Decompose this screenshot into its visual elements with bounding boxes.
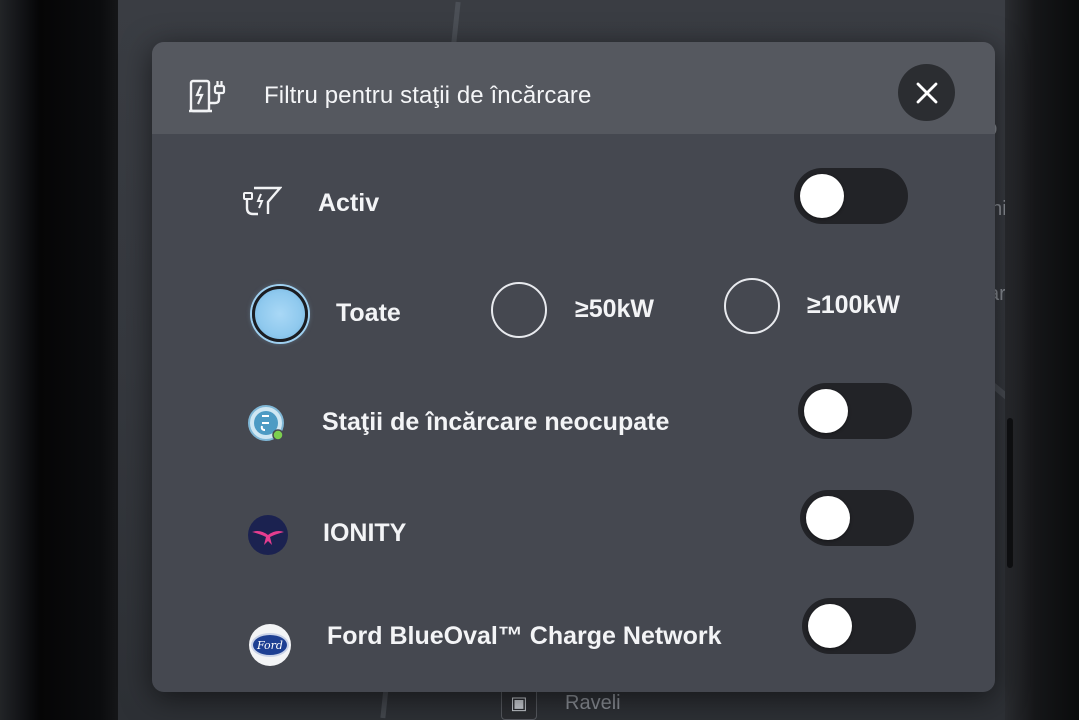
active-toggle[interactable] (794, 168, 908, 224)
ford-oval: Ford (251, 633, 289, 657)
ionity-logo-icon (248, 515, 288, 555)
toggle-knob (804, 389, 848, 433)
ford-logo-icon: Ford (249, 624, 291, 666)
ionity-toggle[interactable] (800, 490, 914, 546)
available-stations-toggle[interactable] (798, 383, 912, 439)
radio-power-all[interactable] (252, 286, 308, 342)
radio-power-100kw-label: ≥100kW (807, 291, 900, 319)
available-charger-icon (248, 405, 284, 441)
radio-power-all-label: Toate (336, 299, 401, 327)
dialog-title: Filtru pentru staţii de încărcare (264, 82, 592, 109)
charger-filter-icon (243, 186, 282, 216)
dialog-header: Filtru pentru staţii de încărcare (152, 42, 995, 134)
radio-power-50kw-label: ≥50kW (575, 295, 655, 323)
charging-station-filter-dialog: Filtru pentru staţii de încărcare Activ … (152, 42, 995, 692)
scrollbar[interactable] (1007, 418, 1013, 568)
ev-charger-icon (189, 79, 226, 113)
ionity-label: IONITY (323, 519, 407, 547)
toggle-knob (808, 604, 852, 648)
radio-power-100kw[interactable] (724, 278, 780, 334)
available-stations-label: Staţii de încărcare neocupate (322, 408, 670, 436)
screen-bezel-left (0, 0, 118, 720)
active-label: Activ (318, 189, 380, 217)
ford-logo-text: Ford (257, 638, 283, 652)
screen-bezel-right (1005, 0, 1079, 720)
ford-network-label: Ford BlueOval™ Charge Network (327, 622, 722, 650)
close-button[interactable] (898, 64, 955, 121)
radio-power-50kw[interactable] (491, 282, 547, 338)
toggle-knob (806, 496, 850, 540)
close-icon (916, 82, 937, 103)
ford-network-toggle[interactable] (802, 598, 916, 654)
toggle-knob (800, 174, 844, 218)
map-street-label: Raveli (565, 692, 621, 714)
